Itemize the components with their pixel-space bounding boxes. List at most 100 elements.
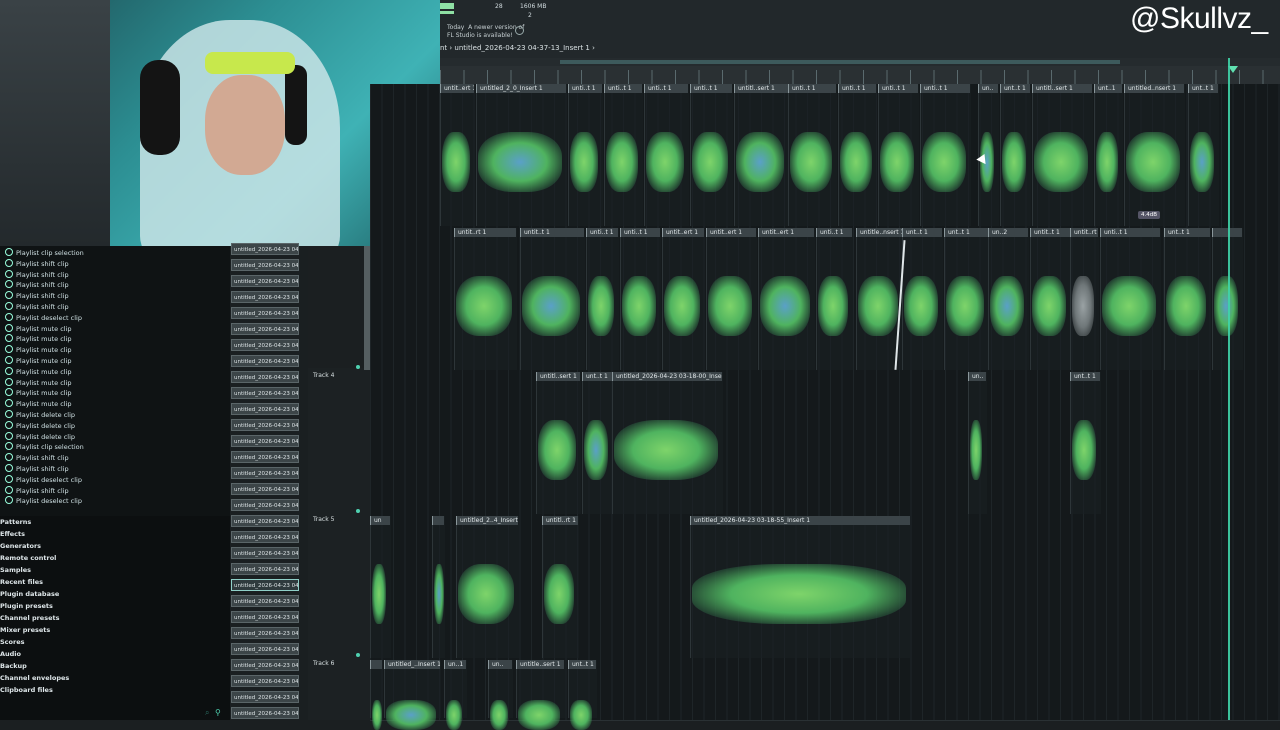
browser-item[interactable]: Mixer presets [0, 626, 50, 634]
file-item[interactable]: untitled_2026-04-23 04- [231, 643, 299, 655]
history-item[interactable]: Playlist delete clip [5, 420, 75, 430]
file-item[interactable]: untitled_2026-04-23 04- [231, 243, 299, 255]
history-item[interactable]: Playlist mute clip [5, 399, 72, 408]
history-item[interactable]: Playlist shift clip [5, 291, 69, 300]
browser-item[interactable]: Channel presets [0, 614, 59, 622]
browser-item[interactable]: Audio [0, 650, 21, 658]
search-icon[interactable]: ⚲ [215, 708, 221, 717]
playlist-lane-2[interactable] [370, 228, 1280, 373]
history-icon [5, 345, 13, 354]
filter-icon[interactable]: ⌕ [205, 708, 209, 718]
history-item[interactable]: Playlist mute clip [5, 388, 72, 397]
playlist-area[interactable] [370, 84, 1280, 721]
browser-panel: Patterns Effects Generators Remote control S… [0, 516, 230, 720]
file-item[interactable]: untitled_2026-04-23 04- [231, 451, 299, 463]
playlist-lane-4[interactable] [370, 516, 1280, 661]
file-item[interactable]: untitled_2026-04-23 04- [231, 371, 299, 383]
history-item[interactable]: Playlist clip selection [5, 442, 84, 451]
file-item[interactable]: untitled_2026-04-23 04- [231, 323, 299, 335]
history-item[interactable]: Playlist delete clip [5, 431, 75, 441]
browser-item[interactable]: Backup [0, 662, 27, 670]
file-item[interactable]: untitled_2026-04-23 04- [231, 611, 299, 623]
history-item[interactable]: Playlist mute clip [5, 356, 72, 365]
history-item[interactable]: Playlist shift clip [5, 464, 69, 473]
track-5-indicator-icon[interactable] [356, 653, 360, 657]
file-item[interactable]: untitled_2026-04-23 04- [231, 691, 299, 703]
file-item[interactable]: untitled_2026-04-23 04- [231, 659, 299, 671]
playhead[interactable] [1228, 58, 1230, 720]
file-item[interactable]: untitled_2026-04-23 04- [231, 275, 299, 287]
file-item[interactable]: untitled_2026-04-23 04- [231, 307, 299, 319]
file-item[interactable]: untitled_2026-04-23 04- [231, 531, 299, 543]
track-4-label[interactable]: Track 4 [313, 372, 334, 379]
file-item[interactable]: untitled_2026-04-23 04- [231, 515, 299, 527]
playlist-lane-5[interactable] [370, 660, 1280, 721]
history-item[interactable]: Playlist shift clip [5, 269, 69, 279]
browser-item[interactable]: Generators [0, 542, 41, 550]
history-item-label: Playlist mute clip [16, 378, 72, 387]
history-item[interactable]: Playlist mute clip [5, 323, 72, 333]
update-icon[interactable] [515, 26, 524, 35]
file-item[interactable]: untitled_2026-04-23 04- [231, 627, 299, 639]
file-item[interactable]: untitled_2026-04-23 04- [231, 547, 299, 559]
browser-item[interactable]: Plugin presets [0, 602, 53, 610]
history-item[interactable]: Playlist mute clip [5, 377, 72, 387]
history-item[interactable]: Playlist mute clip [5, 345, 72, 354]
track-6-label[interactable]: Track 6 [313, 660, 334, 667]
file-item[interactable]: untitled_2026-04-23 04- [231, 259, 299, 271]
file-item[interactable]: untitled_2026-04-23 04- [231, 499, 299, 511]
browser-item[interactable]: Samples [0, 566, 31, 574]
file-item[interactable]: untitled_2026-04-23 04- [231, 435, 299, 447]
track-4-indicator-icon[interactable] [356, 509, 360, 513]
file-item[interactable]: untitled_2026-04-23 04- [231, 403, 299, 415]
browser-item[interactable]: Scores [0, 638, 24, 646]
browser-item[interactable]: Effects [0, 530, 25, 538]
playlist-lane-3[interactable] [370, 372, 1280, 517]
track-3-indicator-icon[interactable] [356, 365, 360, 369]
history-item[interactable]: Playlist deselect clip [5, 496, 82, 505]
file-item[interactable]: untitled_2026-04-23 04- [231, 675, 299, 687]
track-5-label[interactable]: Track 5 [313, 516, 334, 523]
history-item[interactable]: Playlist shift clip [5, 258, 69, 268]
vertical-scrollbar[interactable] [364, 246, 370, 370]
history-item[interactable]: Playlist mute clip [5, 334, 72, 343]
file-item[interactable]: untitled_2026-04-23 04- [231, 291, 299, 303]
history-item-label: Playlist shift clip [16, 281, 69, 290]
breadcrumb: nt › untitled_2026-04-23 04-37-13_Insert… [440, 44, 595, 52]
history-item[interactable]: Playlist deselect clip [5, 474, 82, 484]
history-item-label: Playlist shift clip [16, 465, 69, 473]
horizontal-scrollbar[interactable] [440, 58, 1280, 66]
browser-item[interactable]: Plugin database [0, 590, 59, 598]
history-item[interactable]: Playlist shift clip [5, 280, 69, 289]
history-item[interactable]: Playlist shift clip [5, 485, 69, 495]
scrollbar-thumb[interactable] [560, 60, 1120, 64]
history-icon [5, 431, 13, 440]
history-item[interactable]: Playlist mute clip [5, 366, 72, 376]
browser-item[interactable]: Clipboard files [0, 686, 53, 694]
file-item[interactable]: untitled_2026-04-23 04- [231, 339, 299, 351]
timeline-ruler[interactable] [440, 58, 1280, 84]
history-item[interactable]: Playlist shift clip [5, 302, 69, 311]
browser-item[interactable]: Remote control [0, 554, 56, 562]
file-item[interactable]: untitled_2026-04-23 04- [231, 707, 299, 719]
browser-item[interactable]: Channel envelopes [0, 674, 69, 682]
history-item-label: Playlist mute clip [16, 367, 72, 376]
update-hint[interactable]: Today A newer version of FL Studio is av… [447, 24, 524, 40]
history-item[interactable]: Playlist clip selection [5, 248, 84, 257]
history-item[interactable]: Playlist delete clip [5, 410, 75, 419]
history-item-label: Playlist shift clip [16, 303, 69, 311]
history-icon [5, 291, 13, 300]
file-item[interactable]: untitled_2026-04-23 04- [231, 467, 299, 479]
browser-item[interactable]: Recent files [0, 578, 43, 586]
file-item[interactable]: untitled_2026-04-23 04- [231, 563, 299, 575]
file-item[interactable]: untitled_2026-04-23 04- [231, 355, 299, 367]
browser-item[interactable]: Patterns [0, 518, 31, 526]
file-item[interactable]: untitled_2026-04-23 04- [231, 579, 299, 591]
file-item[interactable]: untitled_2026-04-23 04- [231, 387, 299, 399]
file-item[interactable]: untitled_2026-04-23 04- [231, 419, 299, 431]
history-item[interactable]: Playlist deselect clip [5, 312, 82, 322]
file-item[interactable]: untitled_2026-04-23 04- [231, 595, 299, 607]
playlist-lane-1[interactable] [370, 84, 1280, 229]
file-item[interactable]: untitled_2026-04-23 04- [231, 483, 299, 495]
history-item[interactable]: Playlist shift clip [5, 453, 69, 462]
